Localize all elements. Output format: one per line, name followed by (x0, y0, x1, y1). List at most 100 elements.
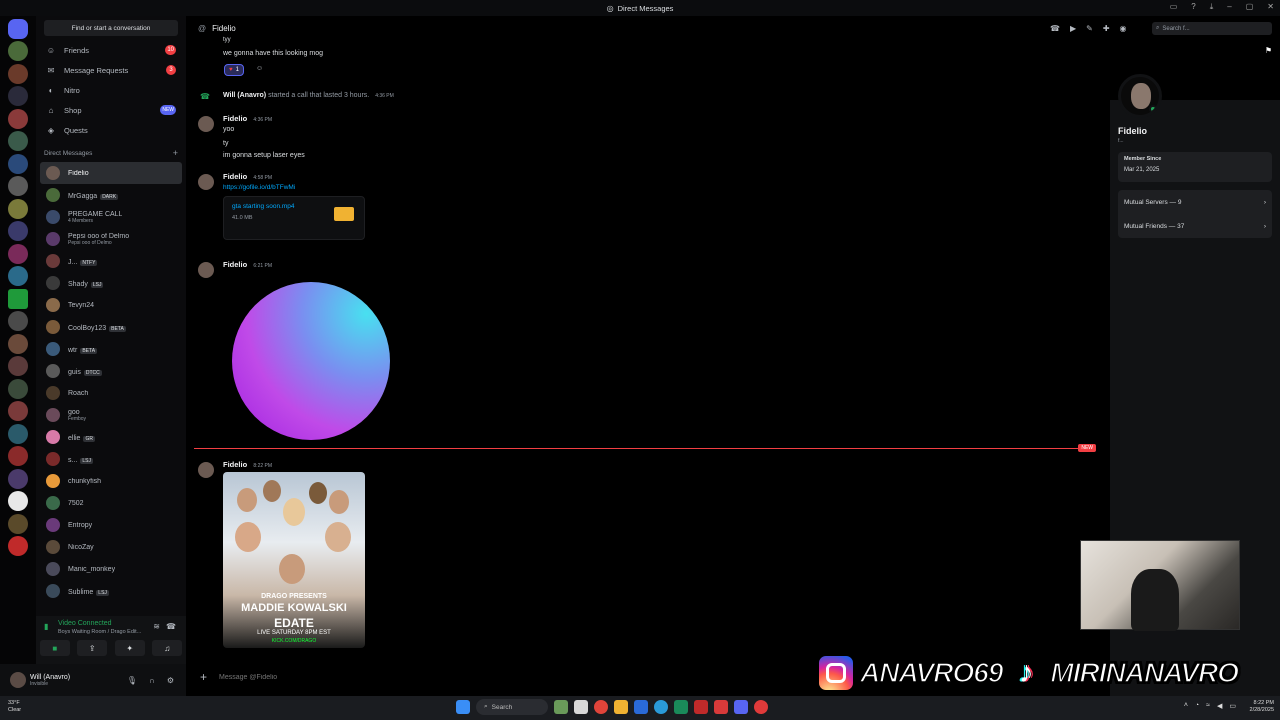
server-icon[interactable] (8, 198, 28, 219)
dm-item[interactable]: NicoZay (40, 536, 182, 558)
store-icon[interactable] (634, 700, 648, 714)
dm-item[interactable]: CoolBoy123 BETA (40, 316, 182, 338)
nav-quests[interactable]: ◈ Quests (36, 120, 186, 140)
profile-toggle-icon[interactable]: ◉ (1120, 24, 1127, 33)
server-icon[interactable] (8, 356, 28, 376)
add-friend-icon[interactable]: ✚ (1103, 24, 1110, 33)
server-icon[interactable] (8, 86, 28, 106)
server-icon[interactable] (8, 468, 28, 489)
mic-icon[interactable]: 🎙︎ (127, 676, 137, 685)
chrome-icon[interactable] (594, 700, 608, 714)
clock[interactable]: 8:22 PM 2/28/2025 (1250, 700, 1274, 714)
volume-icon[interactable]: ◀ (1217, 702, 1222, 710)
nav-message-requests[interactable]: ✉ Message Requests 3 (36, 60, 186, 80)
discord-icon[interactable] (734, 700, 748, 714)
dm-item[interactable]: chunkyfish (40, 470, 182, 492)
dm-item[interactable]: Shady LSJ (40, 272, 182, 294)
help-icon[interactable]: ? (1191, 2, 1195, 12)
close-button[interactable]: ✕ (1267, 2, 1274, 12)
home-button[interactable] (8, 18, 28, 39)
server-icon[interactable] (8, 536, 28, 556)
inbox-icon[interactable]: ▭ (1170, 2, 1178, 12)
maximize-button[interactable]: ▢ (1246, 2, 1254, 12)
nav-friends[interactable]: ☺ Friends 10 (36, 40, 186, 60)
app-icon[interactable] (694, 700, 708, 714)
dm-item[interactable]: guis DTCC (40, 360, 182, 382)
dm-item[interactable]: Fidelio (40, 162, 182, 184)
avatar[interactable] (198, 174, 214, 190)
dm-item[interactable]: PREGAME CALL 4 Members (40, 206, 182, 228)
message-link[interactable]: https://gofile.io/d/bTFwMi (223, 184, 295, 191)
avatar[interactable] (198, 462, 214, 478)
network-icon[interactable]: ◔ (1195, 702, 1199, 710)
start-icon[interactable] (456, 700, 470, 714)
disconnect-icon[interactable]: ☎ (166, 622, 176, 631)
dm-item[interactable]: Roach (40, 382, 182, 404)
add-reaction-icon[interactable]: ☺ (256, 65, 263, 72)
dm-item[interactable]: MrGagga DARK (40, 184, 182, 206)
edge-icon[interactable] (654, 700, 668, 714)
widgets-icon[interactable] (554, 700, 568, 714)
mutual-servers-row[interactable]: Mutual Servers — 9 › (1118, 190, 1272, 214)
dm-item[interactable]: goo Femboy (40, 404, 182, 426)
dm-item[interactable]: Sublime LSJ (40, 580, 182, 602)
server-icon[interactable] (8, 513, 28, 534)
file-explorer-icon[interactable] (574, 700, 588, 714)
gear-icon[interactable]: ⚙ (167, 676, 174, 685)
headphones-icon[interactable]: ∩ (149, 676, 155, 685)
file-attachment[interactable]: gta starting soon.mp4 41.0 MB (223, 196, 365, 240)
app-icon[interactable] (714, 700, 728, 714)
download-icon[interactable]: ⤓ (1210, 2, 1214, 12)
pin-icon[interactable]: ✎ (1086, 24, 1093, 33)
noise-icon[interactable]: ≋ (153, 622, 160, 631)
voice-channel[interactable]: Boys Waiting Room / Drago Edit... (58, 629, 168, 635)
server-icon[interactable] (8, 41, 28, 61)
nav-shop[interactable]: ⌂ Shop NEW (36, 100, 186, 120)
dm-item[interactable]: s... LSJ (40, 448, 182, 470)
poster-image[interactable]: DRAGO PRESENTS MADDIE KOWALSKI EDATE LIV… (223, 472, 365, 648)
profile-avatar[interactable] (1118, 74, 1162, 118)
server-icon[interactable] (8, 446, 28, 466)
find-conversation-button[interactable]: Find or start a conversation (44, 20, 178, 36)
nitro-gift-icon[interactable]: ⚑ (1265, 46, 1272, 55)
dm-item[interactable]: Pepsi ooo of Delmo Pepsi ooo of Delmo (40, 228, 182, 250)
message-input[interactable] (219, 673, 520, 681)
server-icon[interactable] (8, 131, 28, 151)
server-icon[interactable] (8, 108, 28, 129)
wifi-icon[interactable]: ≈ (1206, 702, 1210, 710)
server-icon[interactable] (8, 243, 28, 264)
dm-item[interactable]: Tevyn24 (40, 294, 182, 316)
dm-item[interactable]: Entropy (40, 514, 182, 536)
server-icon[interactable] (8, 423, 28, 444)
gradient-orb-image[interactable] (232, 282, 390, 440)
file-name[interactable]: gta starting soon.mp4 (232, 203, 295, 210)
taskbar-search[interactable]: ⌕ Search (476, 699, 548, 715)
server-icon[interactable] (8, 63, 28, 84)
app-icon[interactable] (674, 700, 688, 714)
chevron-up-icon[interactable]: ˄ (1184, 702, 1188, 710)
dm-item[interactable]: wtr BETA (40, 338, 182, 360)
server-icon[interactable] (8, 401, 28, 421)
dm-item[interactable]: Manic_monkey (40, 558, 182, 580)
server-icon[interactable] (8, 491, 28, 511)
user-info[interactable]: Will (Anavro) Invisible (30, 674, 70, 687)
server-icon[interactable] (8, 221, 28, 241)
add-attachment-icon[interactable]: + (200, 670, 207, 684)
avatar[interactable] (10, 672, 26, 688)
folder-icon[interactable] (614, 700, 628, 714)
dm-item[interactable]: J... NTFY (40, 250, 182, 272)
dm-item[interactable]: ellie GR (40, 426, 182, 448)
weather-widget[interactable]: 33°F Clear (8, 700, 21, 714)
video-icon[interactable]: ▶ (1070, 24, 1076, 33)
server-icon[interactable] (8, 311, 28, 331)
server-icon[interactable] (8, 333, 28, 354)
server-icon[interactable] (8, 153, 28, 174)
avatar[interactable] (198, 116, 214, 132)
server-icon[interactable] (8, 176, 28, 196)
nav-nitro[interactable]: ◐ Nitro (36, 80, 186, 100)
call-icon[interactable]: ☎ (1050, 24, 1060, 33)
camera-button[interactable]: ■ (39, 640, 70, 656)
soundboard-button[interactable]: ♫ (152, 640, 183, 656)
minimize-button[interactable]: – (1227, 2, 1231, 12)
mutual-friends-row[interactable]: Mutual Friends — 37 › (1118, 214, 1272, 238)
